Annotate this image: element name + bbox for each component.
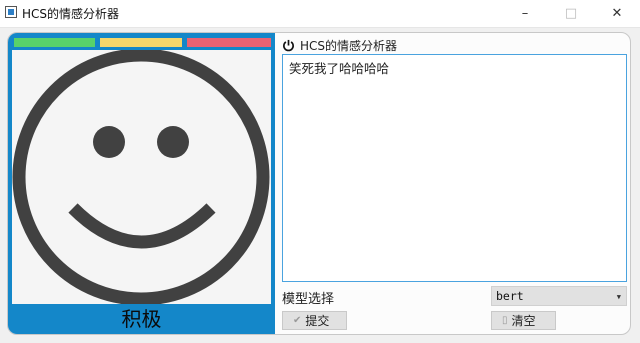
sentiment-panel: 积极	[8, 33, 275, 334]
face-display	[12, 50, 271, 304]
model-select-label: 模型选择	[282, 292, 335, 307]
smiley-face-icon	[12, 50, 270, 304]
checkmark-icon: ✔	[293, 315, 302, 326]
close-button[interactable]: ✕	[594, 0, 640, 27]
minimize-button[interactable]: –	[502, 0, 548, 27]
submit-button[interactable]: ✔ 提交	[282, 311, 347, 330]
sentiment-result: 积极	[121, 307, 162, 331]
red-indicator-bar	[187, 38, 271, 47]
green-indicator-bar	[14, 38, 95, 47]
yellow-indicator-bar	[100, 38, 182, 47]
trash-icon: ▯	[502, 315, 508, 326]
dropdown-arrow-icon: ▼	[616, 293, 621, 301]
text-input-area[interactable]: 笑死我了哈哈哈哈	[282, 54, 627, 282]
maximize-button[interactable]: □	[548, 0, 594, 27]
app-icon	[5, 6, 17, 18]
power-icon	[283, 39, 294, 51]
clear-button[interactable]: ▯ 清空	[491, 311, 556, 330]
window-title: HCS的情感分析器	[22, 7, 120, 21]
clear-label: 清空	[511, 314, 536, 328]
submit-label: 提交	[305, 314, 330, 328]
analyzer-header: HCS的情感分析器	[282, 37, 397, 53]
model-select-dropdown[interactable]: bert ▼	[491, 286, 627, 306]
window-titlebar: HCS的情感分析器 – □ ✕	[0, 0, 640, 28]
model-selected-value: bert	[496, 289, 524, 303]
analyzer-title: HCS的情感分析器	[300, 38, 398, 53]
